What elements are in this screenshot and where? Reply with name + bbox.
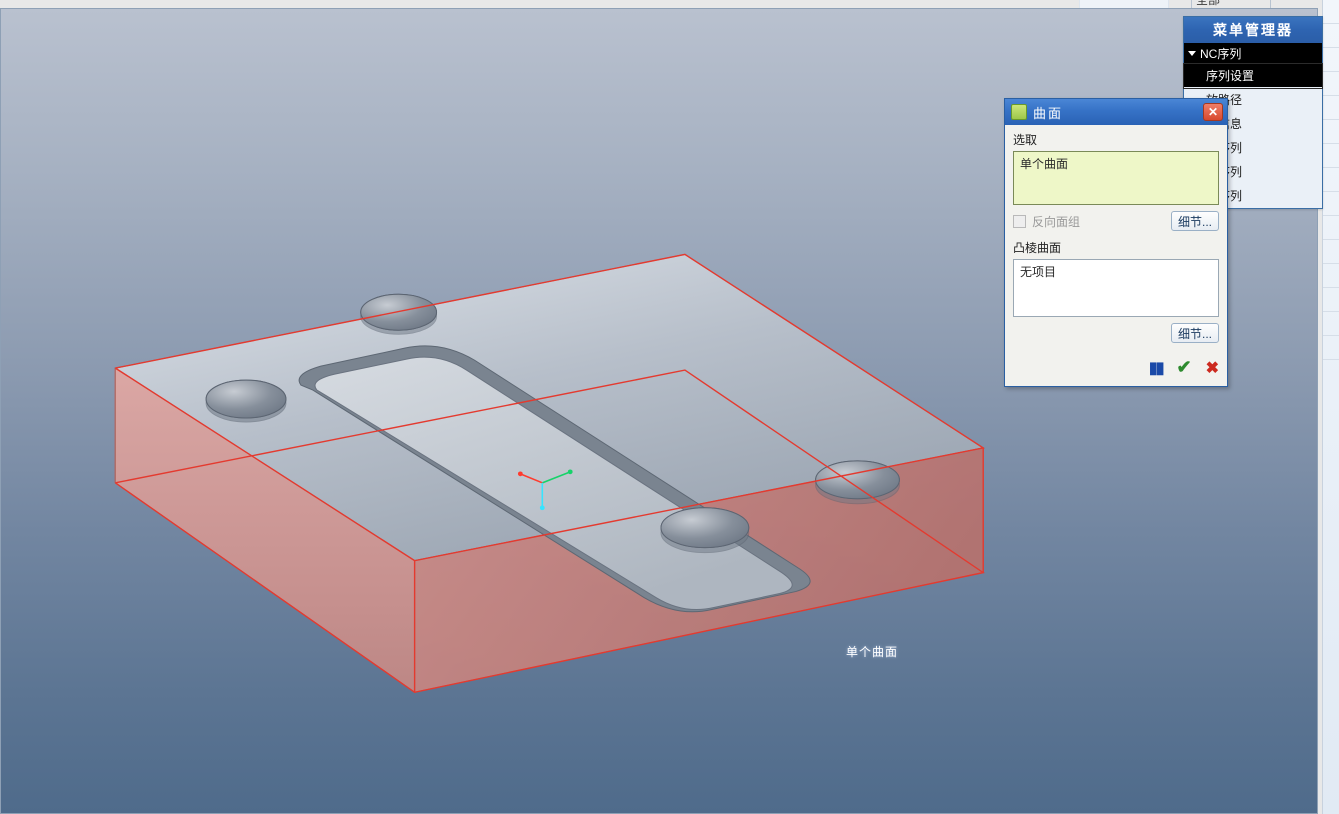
reverse-group-label: 反向面组 bbox=[1032, 213, 1165, 230]
cancel-button[interactable]: ✖ bbox=[1206, 358, 1219, 378]
select-list-item: 单个曲面 bbox=[1020, 157, 1068, 171]
toolbar-button[interactable] bbox=[1323, 168, 1339, 192]
menu-manager-section-label: NC序列 bbox=[1200, 45, 1241, 62]
details-button-2[interactable]: 细节... bbox=[1171, 323, 1219, 343]
toolbar-button[interactable] bbox=[1323, 24, 1339, 48]
toolbar-button[interactable] bbox=[1323, 0, 1339, 24]
ridge-listbox[interactable]: 无项目 bbox=[1013, 259, 1219, 317]
reverse-group-checkbox bbox=[1013, 215, 1026, 228]
dialog-action-bar: ▮▮ ✔ ✖ bbox=[1005, 351, 1227, 386]
menu-manager-section[interactable]: NC序列 bbox=[1184, 43, 1322, 64]
close-button[interactable]: ✕ bbox=[1203, 103, 1223, 121]
toolbar-button[interactable] bbox=[1323, 216, 1339, 240]
surface-dialog: 曲面 ✕ 选取 单个曲面 反向面组 细节... 凸棱曲面 无项目 细节... ▮… bbox=[1004, 98, 1228, 387]
toolbar-button[interactable] bbox=[1323, 120, 1339, 144]
toolbar-button[interactable] bbox=[1323, 72, 1339, 96]
menu-item-sequence-setup[interactable]: 序列设置 bbox=[1184, 64, 1322, 88]
right-toolbar bbox=[1322, 0, 1339, 814]
toolbar-button[interactable] bbox=[1323, 312, 1339, 336]
viewport-floating-label: 单个曲面 bbox=[846, 643, 898, 660]
menu-manager-title: 菜单管理器 bbox=[1184, 17, 1322, 43]
ok-button[interactable]: ✔ bbox=[1177, 357, 1192, 378]
close-icon: ✕ bbox=[1208, 106, 1218, 118]
toolbar-button[interactable] bbox=[1323, 336, 1339, 360]
toolbar-button[interactable] bbox=[1323, 192, 1339, 216]
dialog-titlebar[interactable]: 曲面 ✕ bbox=[1005, 99, 1227, 125]
ridge-list-item: 无项目 bbox=[1020, 265, 1056, 279]
chevron-down-icon bbox=[1188, 51, 1196, 56]
toolbar-button[interactable] bbox=[1323, 264, 1339, 288]
pause-button[interactable]: ▮▮ bbox=[1149, 358, 1163, 378]
ridge-label: 凸棱曲面 bbox=[1013, 239, 1219, 256]
toolbar-button[interactable] bbox=[1323, 48, 1339, 72]
top-combo[interactable]: 全部 bbox=[1191, 0, 1271, 8]
details-button-1[interactable]: 细节... bbox=[1171, 211, 1219, 231]
select-label: 选取 bbox=[1013, 131, 1219, 148]
ribbon-fragment bbox=[1079, 0, 1169, 8]
dialog-title: 曲面 bbox=[1033, 103, 1197, 122]
surface-icon bbox=[1011, 104, 1027, 120]
select-listbox[interactable]: 单个曲面 bbox=[1013, 151, 1219, 205]
toolbar-button[interactable] bbox=[1323, 144, 1339, 168]
toolbar-button[interactable] bbox=[1323, 288, 1339, 312]
toolbar-button[interactable] bbox=[1323, 96, 1339, 120]
toolbar-button[interactable] bbox=[1323, 240, 1339, 264]
